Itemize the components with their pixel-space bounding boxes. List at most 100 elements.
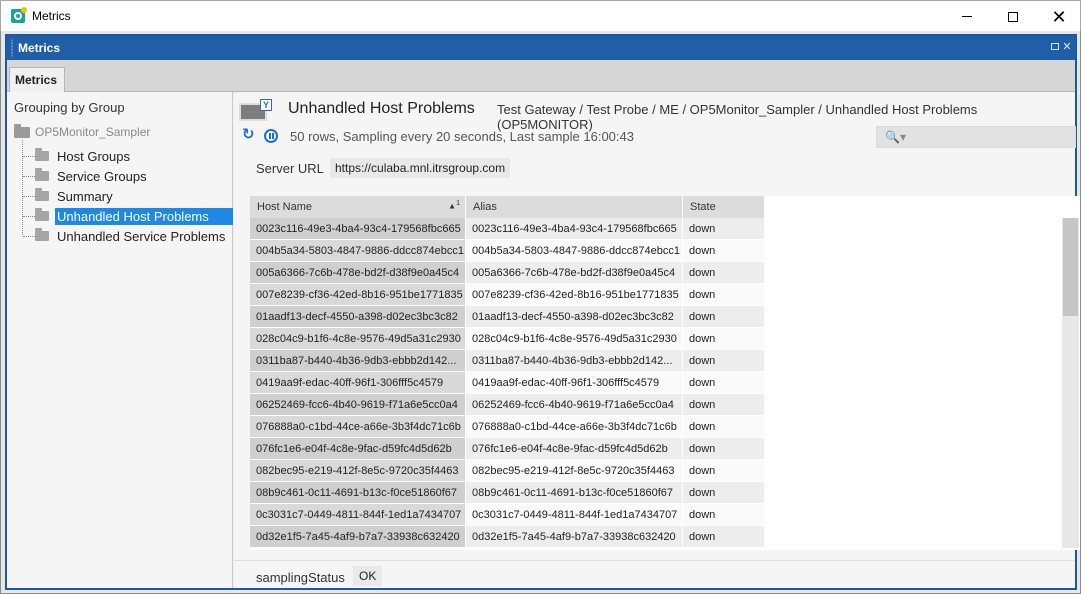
cell-host-name[interactable]: 06252469-fcc6-4b40-9619-f71a6e5cc0a4 bbox=[250, 394, 466, 416]
search-icon: 🔍▾ bbox=[885, 130, 906, 144]
panel-restore-button[interactable] bbox=[1049, 41, 1061, 53]
close-icon: ✕ bbox=[1062, 41, 1072, 53]
cell-state[interactable]: down bbox=[683, 438, 765, 460]
cell-alias[interactable]: 0d32e1f5-7a45-4af9-b7a7-33938c632420 bbox=[466, 526, 683, 548]
column-header-state[interactable]: State bbox=[683, 196, 765, 218]
folder-icon bbox=[35, 188, 49, 201]
tree-item-unhandled-service-problems[interactable]: Unhandled Service Problems bbox=[23, 226, 227, 246]
tree-item-unhandled-host-problems[interactable]: Unhandled Host Problems bbox=[23, 206, 233, 226]
vertical-scrollbar[interactable] bbox=[1062, 218, 1079, 548]
cell-state[interactable]: down bbox=[683, 416, 765, 438]
cell-alias[interactable]: 08b9c461-0c11-4691-b13c-f0ce51860f67 bbox=[466, 482, 683, 504]
cell-host-name[interactable]: 0023c116-49e3-4ba4-93c4-179568fbc665 bbox=[250, 218, 466, 240]
cell-alias[interactable]: 01aadf13-decf-4550-a398-d02ec3bc3c82 bbox=[466, 306, 683, 328]
table-row[interactable]: 007e8239-cf36-42ed-8b16-951be1771835 007e… bbox=[250, 284, 1062, 306]
tree-connector bbox=[23, 215, 35, 217]
filter-icon[interactable]: Y bbox=[260, 99, 272, 111]
table-row[interactable]: 005a6366-7c6b-478e-bd2f-d38f9e0a45c4 005a… bbox=[250, 262, 1062, 284]
table-row[interactable]: 082bec95-e219-412f-8e5c-9720c35f4463 082b… bbox=[250, 460, 1062, 482]
cell-state[interactable]: down bbox=[683, 372, 765, 394]
cell-alias[interactable]: 007e8239-cf36-42ed-8b16-951be1771835 bbox=[466, 284, 683, 306]
table-row[interactable]: 0311ba87-b440-4b36-9db3-ebbb2d142... 0311… bbox=[250, 350, 1062, 372]
cell-host-name[interactable]: 007e8239-cf36-42ed-8b16-951be1771835 bbox=[250, 284, 466, 306]
cell-state[interactable]: down bbox=[683, 504, 765, 526]
cell-alias[interactable]: 028c04c9-b1f6-4c8e-9576-49d5a31c2930 bbox=[466, 328, 683, 350]
close-window-button[interactable]: ✕ bbox=[1036, 1, 1081, 32]
cell-host-name[interactable]: 028c04c9-b1f6-4c8e-9576-49d5a31c2930 bbox=[250, 328, 466, 350]
tree-item-service-groups[interactable]: Service Groups bbox=[23, 166, 149, 186]
cell-host-name[interactable]: 076888a0-c1bd-44ce-a66e-3b3f4dc71c6b bbox=[250, 416, 466, 438]
table-row[interactable]: 06252469-fcc6-4b40-9619-f71a6e5cc0a4 0625… bbox=[250, 394, 1062, 416]
table-row[interactable]: 076888a0-c1bd-44ce-a66e-3b3f4dc71c6b 0768… bbox=[250, 416, 1062, 438]
drag-grip-icon[interactable] bbox=[11, 39, 13, 57]
column-header-host-name[interactable]: Host Name ▲1 bbox=[250, 196, 466, 218]
table-row[interactable]: 0d32e1f5-7a45-4af9-b7a7-33938c632420 0d32… bbox=[250, 526, 1062, 548]
headline-value: OK bbox=[353, 566, 383, 586]
cell-host-name[interactable]: 01aadf13-decf-4550-a398-d02ec3bc3c82 bbox=[250, 306, 466, 328]
cell-state[interactable]: down bbox=[683, 328, 765, 350]
cell-state[interactable]: down bbox=[683, 394, 765, 416]
cell-state[interactable]: down bbox=[683, 526, 765, 548]
dataview-icon[interactable]: Y bbox=[239, 99, 273, 121]
cell-alias[interactable]: 0311ba87-b440-4b36-9db3-ebbb2d142... bbox=[466, 350, 683, 372]
folder-icon bbox=[14, 123, 30, 138]
search-input[interactable]: 🔍▾ bbox=[876, 126, 1076, 148]
window-title: Metrics bbox=[32, 9, 71, 23]
dataview-title: Unhandled Host Problems bbox=[288, 100, 475, 117]
tree-root-sampler[interactable]: OP5Monitor_Sampler bbox=[14, 123, 150, 140]
cell-state[interactable]: down bbox=[683, 218, 765, 240]
cell-state[interactable]: down bbox=[683, 262, 765, 284]
cell-host-name[interactable]: 0419aa9f-edac-40ff-96f1-306fff5c4579 bbox=[250, 372, 466, 394]
cell-host-name[interactable]: 0311ba87-b440-4b36-9db3-ebbb2d142... bbox=[250, 350, 466, 372]
panel-close-button[interactable]: ✕ bbox=[1061, 41, 1073, 53]
refresh-icon[interactable]: ↻ bbox=[242, 127, 256, 142]
cell-alias[interactable]: 0023c116-49e3-4ba4-93c4-179568fbc665 bbox=[466, 218, 683, 240]
grouping-heading: Grouping by Group bbox=[14, 100, 125, 115]
cell-state[interactable]: down bbox=[683, 284, 765, 306]
tree-item-label: Unhandled Service Problems bbox=[57, 228, 226, 244]
table-row[interactable]: 0c3031c7-0449-4811-844f-1ed1a7434707 0c30… bbox=[250, 504, 1062, 526]
table-row[interactable]: 01aadf13-decf-4550-a398-d02ec3bc3c82 01aa… bbox=[250, 306, 1062, 328]
cell-alias[interactable]: 004b5a34-5803-4847-9886-ddcc874ebcc1 bbox=[466, 240, 683, 262]
folder-icon bbox=[35, 168, 49, 181]
table-row[interactable]: 076fc1e6-e04f-4c8e-9fac-d59fc4d5d62b 076f… bbox=[250, 438, 1062, 460]
cell-state[interactable]: down bbox=[683, 460, 765, 482]
cell-alias[interactable]: 005a6366-7c6b-478e-bd2f-d38f9e0a45c4 bbox=[466, 262, 683, 284]
cell-alias[interactable]: 076fc1e6-e04f-4c8e-9fac-d59fc4d5d62b bbox=[466, 438, 683, 460]
panel-title: Metrics bbox=[18, 41, 61, 55]
table-row[interactable]: 08b9c461-0c11-4691-b13c-f0ce51860f67 08b9… bbox=[250, 482, 1062, 504]
cell-state[interactable]: down bbox=[683, 482, 765, 504]
cell-state[interactable]: down bbox=[683, 306, 765, 328]
minimize-button[interactable] bbox=[944, 1, 990, 32]
column-header-alias[interactable]: Alias bbox=[466, 196, 683, 218]
cell-alias[interactable]: 0419aa9f-edac-40ff-96f1-306fff5c4579 bbox=[466, 372, 683, 394]
tab-metrics[interactable]: Metrics bbox=[9, 67, 65, 93]
tree-item-host-groups[interactable]: Host Groups bbox=[23, 146, 132, 166]
cell-alias[interactable]: 082bec95-e219-412f-8e5c-9720c35f4463 bbox=[466, 460, 683, 482]
table-row[interactable]: 0419aa9f-edac-40ff-96f1-306fff5c4579 0419… bbox=[250, 372, 1062, 394]
tree-item-summary[interactable]: Summary bbox=[23, 186, 115, 206]
tree-item-label: Summary bbox=[57, 188, 113, 204]
cell-host-name[interactable]: 0c3031c7-0449-4811-844f-1ed1a7434707 bbox=[250, 504, 466, 526]
cell-host-name[interactable]: 0d32e1f5-7a45-4af9-b7a7-33938c632420 bbox=[250, 526, 466, 548]
cell-state[interactable]: down bbox=[683, 240, 765, 262]
cell-host-name[interactable]: 08b9c461-0c11-4691-b13c-f0ce51860f67 bbox=[250, 482, 466, 504]
cell-host-name[interactable]: 082bec95-e219-412f-8e5c-9720c35f4463 bbox=[250, 460, 466, 482]
table-row[interactable]: 0023c116-49e3-4ba4-93c4-179568fbc665 0023… bbox=[250, 218, 1062, 240]
pause-icon[interactable] bbox=[264, 129, 278, 143]
cell-alias[interactable]: 0c3031c7-0449-4811-844f-1ed1a7434707 bbox=[466, 504, 683, 526]
folder-icon bbox=[35, 228, 49, 241]
server-url-label: Server URL bbox=[256, 161, 324, 176]
cell-host-name[interactable]: 005a6366-7c6b-478e-bd2f-d38f9e0a45c4 bbox=[250, 262, 466, 284]
panel-header: Metrics ✕ bbox=[7, 36, 1075, 60]
os-title-bar: Metrics ✕ bbox=[0, 0, 1081, 31]
cell-host-name[interactable]: 076fc1e6-e04f-4c8e-9fac-d59fc4d5d62b bbox=[250, 438, 466, 460]
cell-alias[interactable]: 076888a0-c1bd-44ce-a66e-3b3f4dc71c6b bbox=[466, 416, 683, 438]
cell-host-name[interactable]: 004b5a34-5803-4847-9886-ddcc874ebcc1 bbox=[250, 240, 466, 262]
scrollbar-thumb[interactable] bbox=[1063, 218, 1078, 316]
cell-state[interactable]: down bbox=[683, 350, 765, 372]
maximize-button[interactable] bbox=[990, 1, 1036, 32]
table-row[interactable]: 028c04c9-b1f6-4c8e-9576-49d5a31c2930 028c… bbox=[250, 328, 1062, 350]
table-row[interactable]: 004b5a34-5803-4847-9886-ddcc874ebcc1 004b… bbox=[250, 240, 1062, 262]
cell-alias[interactable]: 06252469-fcc6-4b40-9619-f71a6e5cc0a4 bbox=[466, 394, 683, 416]
